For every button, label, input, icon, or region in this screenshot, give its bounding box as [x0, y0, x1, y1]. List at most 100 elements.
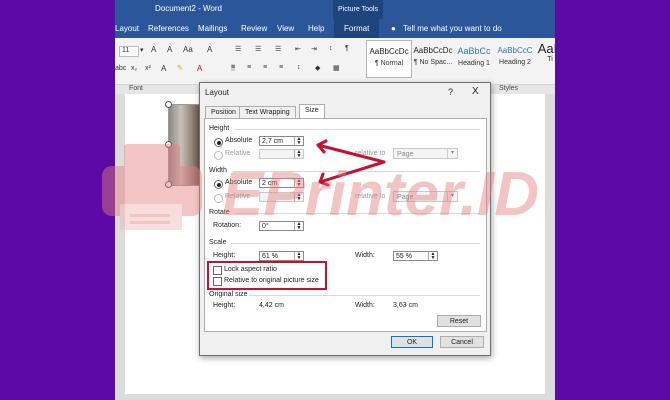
subscript-icon[interactable]: x₂	[131, 65, 137, 72]
align-center-icon[interactable]: ≡	[247, 64, 251, 71]
style-sample: AaBbCcC	[497, 46, 533, 55]
ok-button[interactable]: OK	[391, 336, 433, 348]
resize-handle[interactable]	[165, 141, 172, 148]
help-button[interactable]: ?	[448, 87, 453, 97]
sort-icon[interactable]: ↕	[329, 45, 333, 52]
clear-format-icon[interactable]: A	[207, 45, 212, 54]
style-name: Heading 1	[458, 60, 490, 67]
selected-picture[interactable]	[168, 104, 200, 186]
tab-review[interactable]: Review	[241, 24, 267, 33]
spinner-icon[interactable]: ▲ ▼	[294, 179, 303, 188]
cancel-button[interactable]: Cancel	[440, 336, 484, 348]
style-title[interactable]: AaB Ti	[535, 40, 555, 76]
font-size-box[interactable]: 11	[119, 46, 139, 57]
style-sample: AaB	[537, 41, 555, 56]
resize-handle[interactable]	[165, 181, 172, 188]
style-sample: AaBbCc	[457, 46, 491, 56]
superscript-icon[interactable]: x²	[145, 65, 151, 72]
tab-view[interactable]: View	[277, 24, 294, 33]
height-absolute-radio[interactable]	[214, 138, 223, 147]
style-name: Heading 2	[499, 59, 531, 66]
text-effects-icon[interactable]: A	[161, 64, 166, 73]
width-relative-to-select[interactable]: Page ▾	[393, 191, 458, 202]
shading-icon[interactable]: ◆	[315, 64, 320, 72]
line-spacing-icon[interactable]: ↕	[297, 64, 301, 71]
resize-handle[interactable]	[165, 101, 172, 108]
grow-font-icon[interactable]: A	[151, 45, 156, 54]
scale-width-label: Width:	[355, 252, 375, 259]
chevron-down-icon[interactable]: ▾	[140, 46, 144, 54]
chevron-down-icon: ▾	[447, 192, 457, 201]
divider	[231, 243, 480, 244]
tab-help[interactable]: Help	[308, 24, 324, 33]
width-absolute-input[interactable]: 2 cm ▲ ▼	[259, 178, 304, 188]
close-button[interactable]: X	[472, 86, 479, 97]
increase-indent-icon[interactable]: ⇥	[311, 45, 317, 53]
style-no-spacing[interactable]: AaBbCcDc ¶ No Spac...	[411, 40, 455, 76]
justify-icon[interactable]: ≡	[279, 64, 283, 71]
reset-button[interactable]: Reset	[437, 315, 481, 327]
multilevel-icon[interactable]: ☰	[275, 45, 281, 53]
style-normal[interactable]: AaBbCcDc ¶ Normal	[366, 40, 412, 78]
height-relative-input[interactable]: ▲ ▼	[259, 149, 304, 159]
width-absolute-label: Absolute	[225, 179, 253, 186]
style-heading-2[interactable]: AaBbCcC Heading 2	[493, 40, 537, 76]
original-height-value: 4,42 cm	[259, 302, 284, 309]
tell-me-box[interactable]: Tell me what you want to do	[403, 24, 502, 33]
tab-layout[interactable]: Layout	[115, 24, 139, 33]
highlight-icon[interactable]: ✎	[177, 64, 183, 72]
decrease-indent-icon[interactable]: ⇤	[295, 45, 301, 53]
spinner-icon[interactable]: ▲ ▼	[294, 252, 303, 261]
width-relative-radio[interactable]	[214, 194, 223, 203]
rotate-section-label: Rotate	[209, 209, 230, 216]
ribbon-tabs: Layout References Mailings Review View H…	[115, 19, 555, 38]
height-relative-to-select[interactable]: Page ▾	[393, 148, 458, 159]
bullets-icon[interactable]: ☰	[235, 45, 241, 53]
spinner-icon[interactable]: ▲ ▼	[294, 222, 303, 231]
size-tab-pane: Height Absolute 2,7 cm ▲ ▼ Relative ▲ ▼ re…	[204, 118, 487, 332]
tab-size[interactable]: Size	[299, 104, 325, 119]
tab-references[interactable]: References	[148, 24, 189, 33]
height-relative-radio[interactable]	[214, 151, 223, 160]
borders-icon[interactable]: ▦	[333, 64, 340, 72]
layout-dialog: Layout ? X Position Text Wrapping Size H…	[199, 82, 491, 356]
tab-mailings[interactable]: Mailings	[198, 24, 227, 33]
styles-group-label: Styles	[499, 85, 519, 92]
spinner-icon[interactable]: ▲ ▼	[294, 137, 303, 146]
divider	[233, 171, 480, 172]
numbering-icon[interactable]: ☰	[255, 45, 261, 53]
height-absolute-input[interactable]: 2,7 cm ▲ ▼	[259, 136, 304, 146]
divider	[235, 213, 480, 214]
spinner-icon[interactable]: ▲ ▼	[294, 193, 303, 202]
show-marks-icon[interactable]: ¶	[345, 45, 349, 52]
font-color-icon[interactable]: A	[197, 64, 202, 73]
lightbulb-icon: ●	[391, 24, 396, 33]
scale-width-input[interactable]: 55 % ▲ ▼	[393, 251, 438, 261]
title-bar: Document2 - Word Picture Tools	[115, 0, 555, 19]
change-case-icon[interactable]: Aa	[183, 45, 193, 54]
scale-height-value: 61 %	[262, 253, 278, 260]
original-width-label: Width:	[355, 302, 375, 309]
screenshot-canvas: Document2 - Word Picture Tools Layout Re…	[0, 0, 670, 400]
style-name: ¶ Normal	[374, 60, 404, 67]
divider	[249, 295, 480, 296]
style-sample: AaBbCcDc	[413, 46, 453, 55]
rotation-input[interactable]: 0° ▲ ▼	[259, 221, 304, 231]
scale-checkbox-highlight	[207, 261, 327, 290]
height-relative-label: Relative	[225, 150, 251, 157]
scale-height-input[interactable]: 61 % ▲ ▼	[259, 251, 304, 261]
align-left-icon[interactable]: ≡	[231, 64, 236, 71]
style-heading-1[interactable]: AaBbCc Heading 1	[452, 40, 496, 76]
align-right-icon[interactable]: ≡	[263, 64, 267, 71]
original-width-value: 3,63 cm	[393, 302, 418, 309]
height-absolute-label: Absolute	[225, 137, 253, 144]
shrink-font-icon[interactable]: A	[167, 45, 172, 54]
spinner-icon[interactable]: ▲ ▼	[428, 252, 437, 261]
tab-format[interactable]: Format	[334, 19, 380, 38]
scale-width-value: 55 %	[396, 253, 412, 260]
strikethrough-icon[interactable]: abc	[115, 65, 126, 72]
divider	[235, 129, 480, 130]
spinner-icon[interactable]: ▲ ▼	[294, 150, 303, 159]
width-absolute-radio[interactable]	[214, 180, 223, 189]
width-relative-input[interactable]: ▲ ▼	[259, 192, 304, 202]
